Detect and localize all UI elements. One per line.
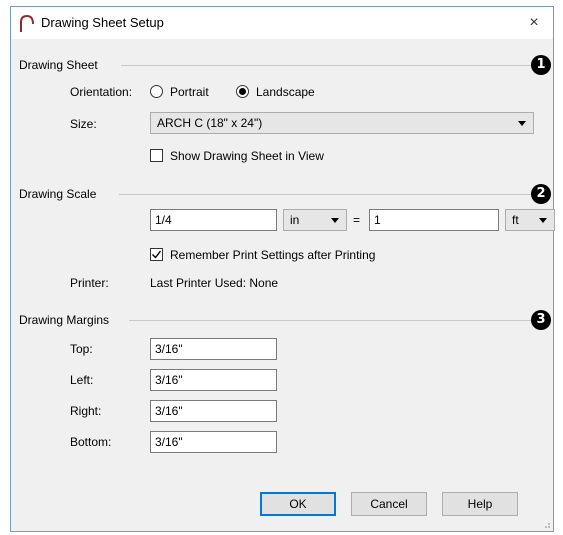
scale-right-input[interactable]: 1 bbox=[369, 209, 499, 231]
printer-value: Last Printer Used: None bbox=[150, 276, 279, 290]
ok-button[interactable]: OK bbox=[260, 492, 336, 516]
scale-left-input[interactable]: 1/4 bbox=[150, 209, 277, 231]
resize-grip-icon[interactable] bbox=[541, 519, 551, 529]
drawing-scale-divider bbox=[119, 194, 531, 195]
landscape-label[interactable]: Landscape bbox=[256, 85, 315, 99]
portrait-radio[interactable] bbox=[150, 85, 163, 98]
remember-print-settings-label[interactable]: Remember Print Settings after Printing bbox=[170, 248, 375, 262]
help-button[interactable]: Help bbox=[442, 492, 518, 516]
top-margin-label: Top: bbox=[70, 342, 93, 356]
scale-right-unit-value: ft bbox=[512, 213, 519, 227]
arch-icon bbox=[20, 14, 34, 32]
callout-badge-2: 2 bbox=[531, 184, 551, 204]
checkmark-icon bbox=[152, 250, 162, 259]
landscape-radio[interactable] bbox=[236, 85, 249, 98]
top-margin-input[interactable]: 3/16" bbox=[150, 338, 277, 360]
scale-right-unit-select[interactable]: ft bbox=[505, 209, 555, 231]
printer-label: Printer: bbox=[70, 276, 109, 290]
window-title: Drawing Sheet Setup bbox=[41, 15, 164, 30]
close-button[interactable]: × bbox=[521, 11, 547, 35]
size-select-value: ARCH C (18" x 24") bbox=[157, 116, 263, 130]
orientation-label: Orientation: bbox=[70, 85, 133, 99]
equals-sign: = bbox=[353, 213, 361, 227]
scale-left-unit-value: in bbox=[290, 213, 300, 227]
left-margin-input[interactable]: 3/16" bbox=[150, 369, 277, 391]
show-in-view-label[interactable]: Show Drawing Sheet in View bbox=[170, 149, 324, 163]
scale-left-unit-select[interactable]: in bbox=[283, 209, 347, 231]
drawing-margins-group-label: Drawing Margins bbox=[19, 313, 110, 327]
size-select[interactable]: ARCH C (18" x 24") bbox=[150, 112, 534, 134]
callout-badge-1: 1 bbox=[531, 55, 551, 75]
chevron-down-icon bbox=[331, 218, 339, 223]
chevron-down-icon bbox=[539, 218, 547, 223]
portrait-label[interactable]: Portrait bbox=[170, 85, 209, 99]
drawing-scale-group-label: Drawing Scale bbox=[19, 187, 97, 201]
chevron-down-icon bbox=[518, 121, 526, 126]
left-margin-label: Left: bbox=[70, 373, 94, 387]
bottom-margin-input[interactable]: 3/16" bbox=[150, 431, 277, 453]
cancel-button[interactable]: Cancel bbox=[351, 492, 427, 516]
drawing-sheet-divider bbox=[121, 65, 531, 66]
right-margin-label: Right: bbox=[70, 404, 102, 418]
drawing-sheet-group-label: Drawing Sheet bbox=[19, 58, 98, 72]
show-in-view-checkbox[interactable] bbox=[150, 149, 163, 162]
title-bar: Drawing Sheet Setup × bbox=[11, 7, 553, 39]
right-margin-input[interactable]: 3/16" bbox=[150, 400, 277, 422]
close-icon: × bbox=[529, 14, 539, 31]
drawing-sheet-setup-dialog: Drawing Sheet Setup × Drawing Sheet 1 Or… bbox=[10, 6, 555, 532]
size-label: Size: bbox=[70, 117, 97, 131]
callout-badge-3: 3 bbox=[531, 310, 551, 330]
drawing-margins-divider bbox=[129, 320, 531, 321]
bottom-margin-label: Bottom: bbox=[70, 435, 112, 449]
remember-print-settings-checkbox[interactable] bbox=[150, 248, 163, 261]
